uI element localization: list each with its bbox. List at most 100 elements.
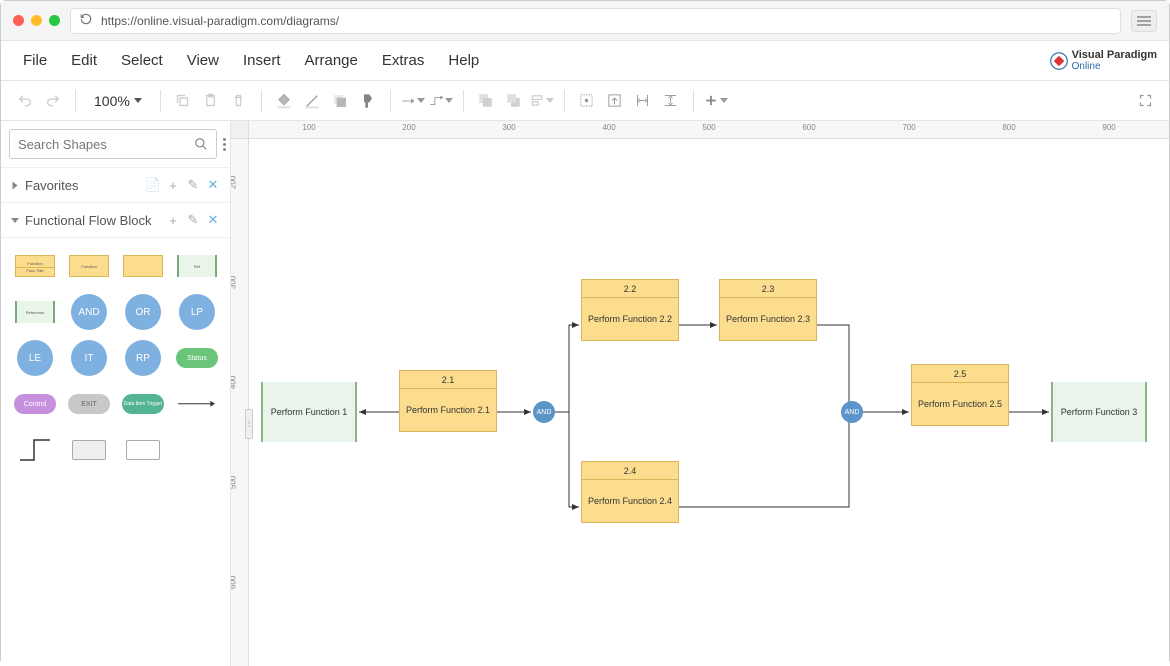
search-input[interactable] xyxy=(18,137,194,152)
menu-select[interactable]: Select xyxy=(111,46,173,75)
shapes-sidebar: Favorites 📄 + ✎ ✕ Functional Flow Block … xyxy=(1,121,231,666)
favorites-title: Favorites xyxy=(25,178,140,193)
close-favorite-icon[interactable]: ✕ xyxy=(206,178,220,192)
node-function-2-4[interactable]: 2.4 Perform Function 2.4 xyxy=(581,461,679,523)
shape-lp-gate[interactable]: LP xyxy=(175,294,219,330)
workspace: Favorites 📄 + ✎ ✕ Functional Flow Block … xyxy=(1,121,1169,666)
shape-function-plain[interactable] xyxy=(121,248,165,284)
edit-shape-icon[interactable]: ✎ xyxy=(186,213,200,227)
ruler-corner xyxy=(231,121,249,139)
undo-button[interactable] xyxy=(13,89,37,113)
shape-arrow[interactable] xyxy=(175,386,219,422)
shape-exit[interactable]: EXIT xyxy=(67,386,111,422)
to-back-button[interactable] xyxy=(502,89,526,113)
reload-icon[interactable] xyxy=(79,12,93,29)
functional-flow-section: Functional Flow Block + ✎ ✕ FunctionFunc… xyxy=(1,202,230,482)
logo-sub: Online xyxy=(1072,61,1157,72)
node-function-2-1[interactable]: 2.1 Perform Function 2.1 xyxy=(399,370,497,432)
functional-flow-header[interactable]: Functional Flow Block + ✎ ✕ xyxy=(1,203,230,237)
toolbar: 100% xyxy=(1,81,1169,121)
format-painter-button[interactable] xyxy=(356,89,380,113)
address-bar[interactable]: https://online.visual-paradigm.com/diagr… xyxy=(70,8,1121,34)
fit-page-button[interactable] xyxy=(575,89,599,113)
node-reference-1[interactable]: Perform Function 1 xyxy=(261,382,357,442)
shape-grid: FunctionFunc Title Function Ref Referenc… xyxy=(1,237,230,482)
url-text: https://online.visual-paradigm.com/diagr… xyxy=(101,14,339,28)
shape-rect-white[interactable] xyxy=(121,432,165,468)
fit-selection-button[interactable] xyxy=(603,89,627,113)
chevron-down-icon xyxy=(11,218,19,223)
window-controls xyxy=(13,15,60,26)
shape-and-gate[interactable]: AND xyxy=(67,294,111,330)
shape-or-gate[interactable]: OR xyxy=(121,294,165,330)
edit-favorite-icon[interactable]: ✎ xyxy=(186,178,200,192)
paste-button[interactable] xyxy=(199,89,223,113)
shadow-button[interactable] xyxy=(328,89,352,113)
add-button[interactable] xyxy=(704,89,728,113)
fullscreen-button[interactable] xyxy=(1133,89,1157,113)
add-shape-icon[interactable]: + xyxy=(166,213,180,227)
node-function-2-2[interactable]: 2.2 Perform Function 2.2 xyxy=(581,279,679,341)
canvas[interactable]: ⋮ xyxy=(249,139,1169,666)
sidebar-options-button[interactable] xyxy=(223,138,226,151)
menu-file[interactable]: File xyxy=(13,46,57,75)
save-favorite-icon[interactable]: 📄 xyxy=(146,178,160,192)
shape-function[interactable]: Function xyxy=(67,248,111,284)
align-button[interactable] xyxy=(530,89,554,113)
canvas-area: 100 200 300 400 500 600 700 800 900 200 … xyxy=(231,121,1169,666)
shape-reference[interactable]: Reference xyxy=(13,294,57,330)
connection-style-button[interactable] xyxy=(401,89,425,113)
line-color-button[interactable] xyxy=(300,89,324,113)
close-section-icon[interactable]: ✕ xyxy=(206,213,220,227)
menu-bar: File Edit Select View Insert Arrange Ext… xyxy=(1,41,1169,81)
shape-le-gate[interactable]: LE xyxy=(13,340,57,376)
close-window-icon[interactable] xyxy=(13,15,24,26)
node-function-2-3[interactable]: 2.3 Perform Function 2.3 xyxy=(719,279,817,341)
add-favorite-icon[interactable]: + xyxy=(166,178,180,192)
menu-extras[interactable]: Extras xyxy=(372,46,435,75)
shape-function-titled[interactable]: FunctionFunc Title xyxy=(13,248,57,284)
ruler-vertical: 200 300 400 500 600 xyxy=(231,139,249,666)
logo[interactable]: Visual Paradigm Online xyxy=(1050,50,1157,72)
zoom-dropdown[interactable]: 100% xyxy=(86,93,150,109)
distribute-v-button[interactable] xyxy=(659,89,683,113)
search-shapes-box[interactable] xyxy=(9,129,217,159)
shape-rp-gate[interactable]: RP xyxy=(121,340,165,376)
shape-it-gate[interactable]: IT xyxy=(67,340,111,376)
menu-insert[interactable]: Insert xyxy=(233,46,291,75)
node-and-gate-2[interactable]: AND xyxy=(841,401,863,423)
sidebar-collapse-handle[interactable]: ⋮ xyxy=(245,409,253,439)
node-and-gate-1[interactable]: AND xyxy=(533,401,555,423)
shape-control[interactable]: Control xyxy=(13,386,57,422)
fill-color-button[interactable] xyxy=(272,89,296,113)
shape-rect[interactable] xyxy=(67,432,111,468)
chevron-right-icon xyxy=(13,181,18,189)
waypoint-style-button[interactable] xyxy=(429,89,453,113)
menu-arrange[interactable]: Arrange xyxy=(295,46,368,75)
logo-name: Visual Paradigm xyxy=(1072,50,1157,61)
copy-button[interactable] xyxy=(171,89,195,113)
minimize-window-icon[interactable] xyxy=(31,15,42,26)
maximize-window-icon[interactable] xyxy=(49,15,60,26)
chevron-down-icon xyxy=(546,98,554,103)
node-function-2-5[interactable]: 2.5 Perform Function 2.5 xyxy=(911,364,1009,426)
delete-button[interactable] xyxy=(227,89,251,113)
shape-trigger[interactable]: Data Item Trigger xyxy=(121,386,165,422)
chevron-down-icon xyxy=(720,98,728,103)
favorites-header[interactable]: Favorites 📄 + ✎ ✕ xyxy=(1,168,230,202)
search-icon[interactable] xyxy=(194,137,208,151)
shape-reference-small[interactable]: Ref xyxy=(175,248,219,284)
menu-view[interactable]: View xyxy=(177,46,229,75)
shape-status[interactable]: Status xyxy=(175,340,219,376)
menu-edit[interactable]: Edit xyxy=(61,46,107,75)
distribute-h-button[interactable] xyxy=(631,89,655,113)
chevron-down-icon xyxy=(445,98,453,103)
shape-step[interactable] xyxy=(13,432,57,468)
menu-help[interactable]: Help xyxy=(438,46,489,75)
logo-icon xyxy=(1050,52,1068,70)
redo-button[interactable] xyxy=(41,89,65,113)
browser-menu-button[interactable] xyxy=(1131,10,1157,32)
node-reference-3[interactable]: Perform Function 3 xyxy=(1051,382,1147,442)
favorites-section: Favorites 📄 + ✎ ✕ xyxy=(1,167,230,202)
to-front-button[interactable] xyxy=(474,89,498,113)
